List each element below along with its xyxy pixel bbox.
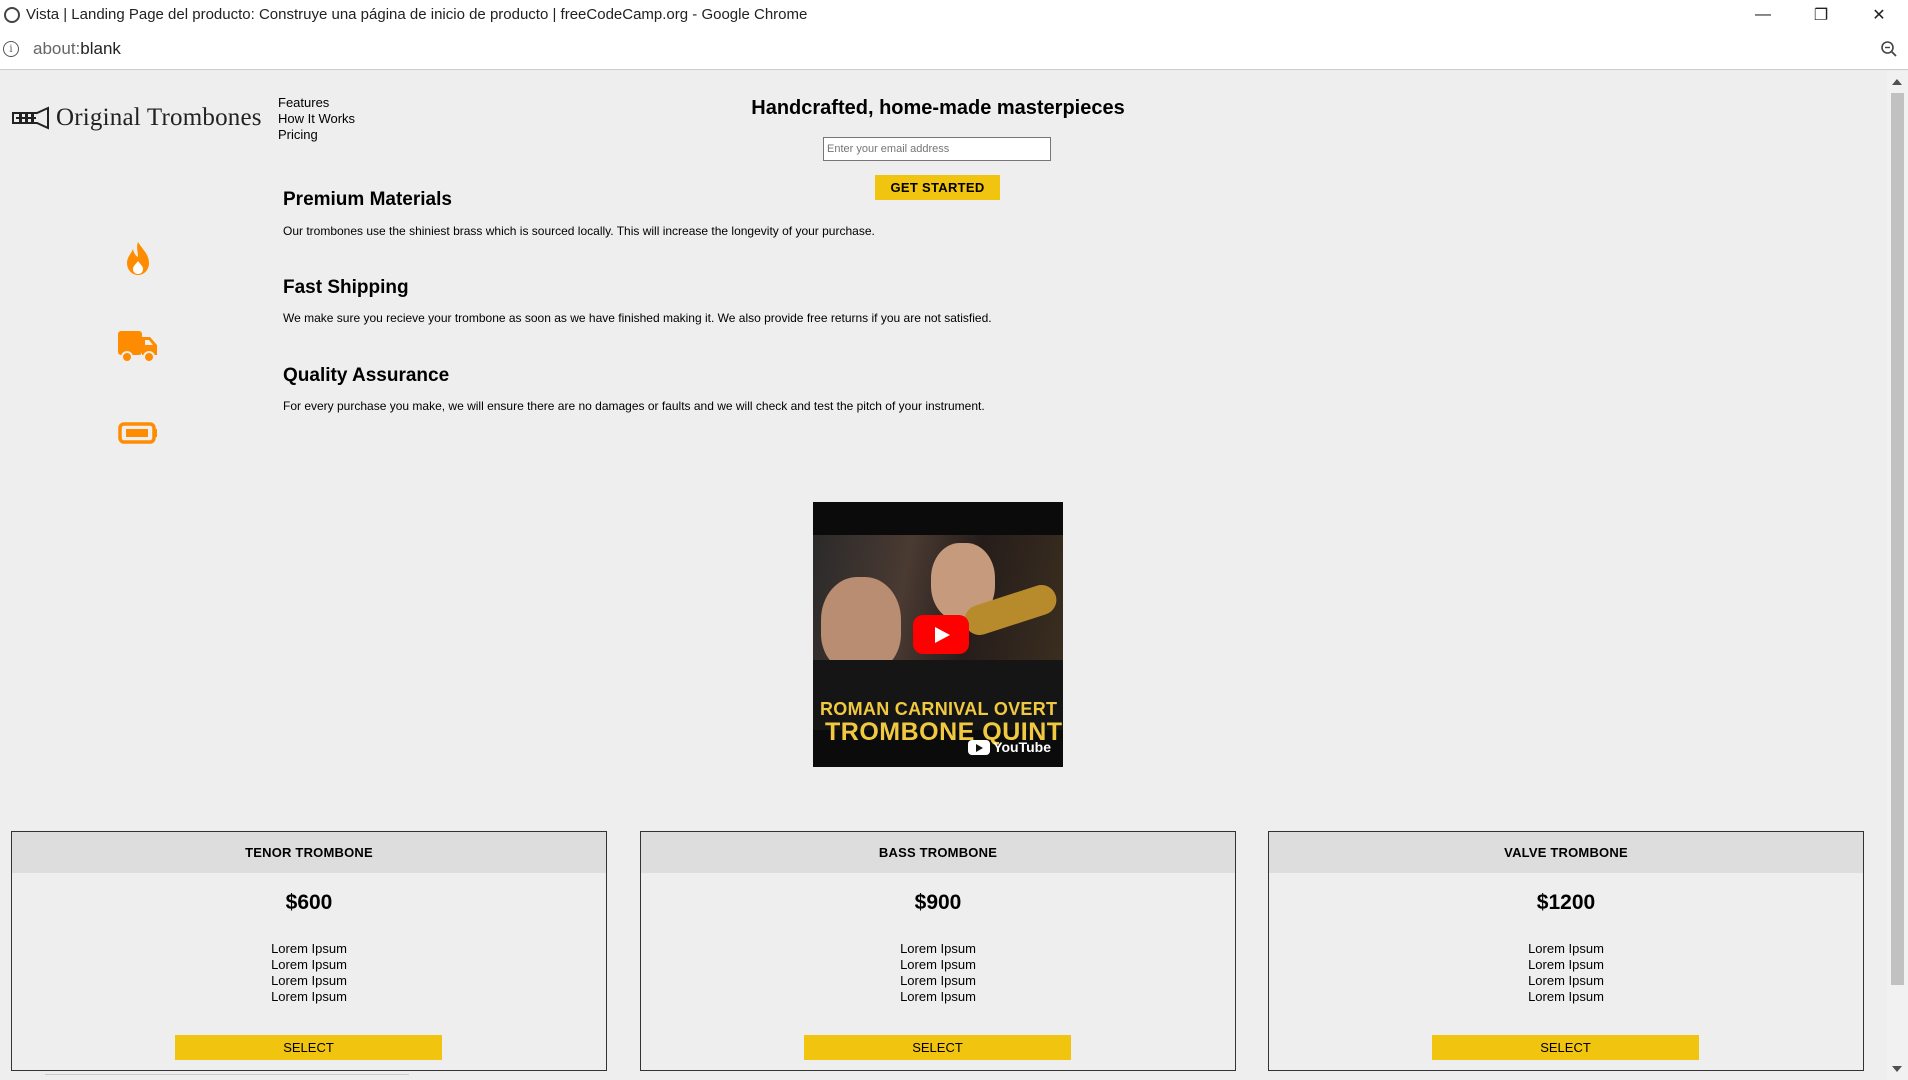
list-item: Lorem Ipsum xyxy=(1528,941,1604,956)
list-item: Lorem Ipsum xyxy=(900,989,976,1004)
scrollbar-thumb[interactable] xyxy=(1891,93,1904,985)
url-field[interactable]: about:blank xyxy=(33,39,121,59)
list-item: Lorem Ipsum xyxy=(271,973,347,988)
list-item: Lorem Ipsum xyxy=(900,973,976,988)
fire-icon xyxy=(127,242,149,275)
list-item: Lorem Ipsum xyxy=(271,941,347,956)
email-input[interactable] xyxy=(823,137,1051,161)
feature-desc-fast-shipping: We make sure you recieve your trombone a… xyxy=(283,311,992,325)
youtube-logo-icon xyxy=(968,739,991,755)
list-item: Lorem Ipsum xyxy=(1528,957,1604,972)
next-section-edge xyxy=(45,1074,409,1080)
youtube-label: YouTube xyxy=(993,739,1051,755)
get-started-button[interactable]: GET STARTED xyxy=(875,175,1000,200)
product-level: TENOR TROMBONE xyxy=(12,832,606,873)
product-level: BASS TROMBONE xyxy=(641,832,1235,873)
product-card-tenor: TENOR TROMBONE $600 Lorem Ipsum Lorem Ip… xyxy=(11,831,607,1071)
select-button[interactable]: SELECT xyxy=(175,1035,442,1060)
product-card-valve: VALVE TROMBONE $1200 Lorem Ipsum Lorem I… xyxy=(1268,831,1864,1071)
feature-desc-quality-assurance: For every purchase you make, we will ens… xyxy=(283,399,985,413)
list-item: Lorem Ipsum xyxy=(900,941,976,956)
truck-icon xyxy=(118,331,157,363)
scroll-up-arrow-icon[interactable] xyxy=(1892,79,1902,85)
window-controls: — ❐ ✕ xyxy=(1734,0,1908,29)
nav-link-pricing[interactable]: Pricing xyxy=(278,127,355,143)
video-caption-line1: ROMAN CARNIVAL OVERT xyxy=(820,699,1058,719)
feature-title-quality-assurance: Quality Assurance xyxy=(283,365,450,386)
product-price: $600 xyxy=(285,891,333,914)
product-features-list: Lorem Ipsum Lorem Ipsum Lorem Ipsum Lore… xyxy=(1269,941,1863,1005)
battery-icon xyxy=(118,422,157,444)
list-item: Lorem Ipsum xyxy=(900,957,976,972)
video-musician-1 xyxy=(821,577,901,672)
select-button[interactable]: SELECT xyxy=(804,1035,1071,1060)
play-button[interactable] xyxy=(913,615,969,654)
product-features-list: Lorem Ipsum Lorem Ipsum Lorem Ipsum Lore… xyxy=(12,941,606,1005)
product-card-bass: BASS TROMBONE $900 Lorem Ipsum Lorem Ips… xyxy=(640,831,1236,1071)
product-level: VALVE TROMBONE xyxy=(1269,832,1863,873)
chrome-icon xyxy=(4,6,20,23)
select-button[interactable]: SELECT xyxy=(1432,1035,1699,1060)
product-features-list: Lorem Ipsum Lorem Ipsum Lorem Ipsum Lore… xyxy=(641,941,1235,1005)
url-scheme: about: xyxy=(33,39,81,58)
window-titlebar: Vista | Landing Page del producto: Const… xyxy=(0,0,1908,29)
product-price: $1200 xyxy=(1536,891,1596,914)
address-bar: i about:blank xyxy=(0,29,1908,70)
info-icon[interactable]: i xyxy=(3,41,19,57)
page-viewport: Original Trombones Features How It Works… xyxy=(0,71,1887,1080)
restore-button[interactable]: ❐ xyxy=(1792,0,1850,29)
url-path: blank xyxy=(80,39,121,58)
scroll-down-arrow-icon[interactable] xyxy=(1892,1066,1902,1072)
youtube-brand[interactable]: YouTube xyxy=(968,739,1051,755)
list-item: Lorem Ipsum xyxy=(1528,973,1604,988)
list-item: Lorem Ipsum xyxy=(271,989,347,1004)
list-item: Lorem Ipsum xyxy=(271,957,347,972)
vertical-scrollbar[interactable] xyxy=(1887,71,1908,1080)
feature-desc-premium-materials: Our trombones use the shiniest brass whi… xyxy=(283,224,875,238)
window-title: Vista | Landing Page del producto: Const… xyxy=(26,6,808,23)
youtube-video[interactable]: ROMAN CARNIVAL OVERT TROMBONE QUINT YouT… xyxy=(813,502,1063,767)
zoom-icon[interactable] xyxy=(1880,40,1898,58)
product-price: $900 xyxy=(914,891,962,914)
minimize-button[interactable]: — xyxy=(1734,0,1792,29)
hero-title: Handcrafted, home-made masterpieces xyxy=(751,97,1125,119)
list-item: Lorem Ipsum xyxy=(1528,989,1604,1004)
close-button[interactable]: ✕ xyxy=(1850,0,1908,29)
feature-title-fast-shipping: Fast Shipping xyxy=(283,277,409,298)
feature-title-premium-materials: Premium Materials xyxy=(283,189,452,210)
